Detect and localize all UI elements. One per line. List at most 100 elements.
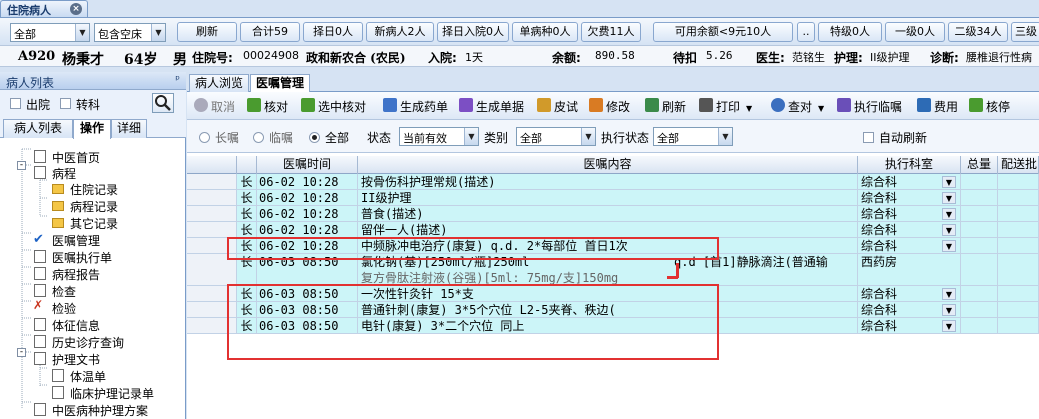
close-icon[interactable]: × bbox=[70, 3, 82, 15]
collapse-icon[interactable]: - bbox=[17, 161, 26, 170]
chevron-down-icon[interactable]: ▼ bbox=[942, 224, 956, 236]
row-dept[interactable]: 综合科 ▼ bbox=[858, 206, 961, 222]
pin-icon[interactable]: ᵖ bbox=[175, 73, 180, 86]
single-disease-button[interactable]: 单病种0人 bbox=[512, 22, 578, 42]
stop-verify-button[interactable]: 核停 bbox=[969, 98, 1010, 115]
print-button[interactable]: 打印 ▼ bbox=[699, 98, 752, 115]
tab-patient-browse[interactable]: 病人浏览 bbox=[189, 74, 249, 92]
chevron-down-icon[interactable]: ▼ bbox=[746, 104, 752, 113]
header-time[interactable]: 医嘱时间 bbox=[257, 156, 358, 174]
total-button[interactable]: 合计59 bbox=[240, 22, 300, 42]
scheduled-button[interactable]: 择日0人 bbox=[303, 22, 363, 42]
header-dept[interactable]: 执行科室 bbox=[858, 156, 961, 174]
edit-button[interactable]: 修改 bbox=[589, 98, 630, 115]
tree-item-other-record[interactable]: 其它记录 bbox=[70, 215, 118, 232]
header-dispatch[interactable]: 配送批 bbox=[998, 156, 1039, 174]
tree-item-history[interactable]: 历史诊疗查询 bbox=[52, 334, 124, 351]
chevron-down-icon[interactable]: ▼ bbox=[464, 128, 478, 145]
more-button[interactable]: .. bbox=[797, 22, 815, 42]
tab-patient-list[interactable]: 病人列表 bbox=[3, 119, 73, 138]
table-row[interactable]: 长 06-02 10:28 II级护理 综合科 ▼ bbox=[187, 190, 1039, 206]
chevron-down-icon[interactable]: ▼ bbox=[942, 304, 956, 316]
tree-item-course[interactable]: 病程 bbox=[52, 165, 76, 182]
row-dept[interactable]: 综合科 ▼ bbox=[858, 222, 961, 238]
tree-item-admission-record[interactable]: 住院记录 bbox=[70, 181, 118, 198]
chevron-down-icon[interactable]: ▼ bbox=[75, 24, 89, 41]
tree-item-tcm-home[interactable]: 中医首页 bbox=[52, 149, 100, 166]
cancel-button[interactable]: 取消 bbox=[194, 98, 235, 115]
row-dept[interactable]: 西药房 bbox=[858, 254, 961, 286]
special-grade-button[interactable]: 特级0人 bbox=[818, 22, 882, 42]
status-select[interactable]: 当前有效 ▼ bbox=[399, 127, 479, 146]
chevron-down-icon[interactable]: ▼ bbox=[151, 24, 165, 41]
refresh-icon bbox=[645, 98, 659, 112]
fee-button[interactable]: 费用 bbox=[917, 98, 958, 115]
tree-item-clinical-nursing[interactable]: 临床护理记录单 bbox=[70, 385, 154, 402]
scheduled-admit-button[interactable]: 择日入院0人 bbox=[437, 22, 509, 42]
chevron-down-icon[interactable]: ▼ bbox=[942, 240, 956, 252]
verify-selected-button[interactable]: 选中核对 bbox=[301, 98, 366, 115]
chevron-down-icon[interactable]: ▼ bbox=[942, 288, 956, 300]
tab-operation[interactable]: 操作 bbox=[73, 119, 111, 139]
header-content[interactable]: 医嘱内容 bbox=[358, 156, 858, 174]
chevron-down-icon[interactable]: ▼ bbox=[942, 176, 956, 188]
window-tab[interactable]: 住院病人 × bbox=[0, 0, 88, 17]
row-dept[interactable]: 综合科 ▼ bbox=[858, 190, 961, 206]
chevron-down-icon[interactable]: ▼ bbox=[942, 320, 956, 332]
chevron-down-icon[interactable]: ▼ bbox=[818, 104, 824, 113]
skin-test-button[interactable]: 皮试 bbox=[537, 98, 578, 115]
grid-icon bbox=[917, 98, 931, 112]
grade1-button[interactable]: 一级0人 bbox=[885, 22, 945, 42]
tree-item-order-management[interactable]: 医嘱管理 bbox=[52, 232, 100, 249]
category-select[interactable]: 全部 ▼ bbox=[516, 127, 596, 146]
scope-combo[interactable]: 全部 ▼ bbox=[10, 23, 90, 42]
check-query-button[interactable]: 查对 ▼ bbox=[771, 98, 824, 115]
row-dept[interactable]: 综合科 ▼ bbox=[858, 286, 961, 302]
row-dept[interactable]: 综合科 ▼ bbox=[858, 174, 961, 190]
transfer-checkbox[interactable] bbox=[60, 98, 71, 109]
tree-item-lab[interactable]: 检验 bbox=[52, 300, 76, 317]
chevron-down-icon[interactable]: ▼ bbox=[942, 192, 956, 204]
search-button[interactable] bbox=[152, 93, 174, 113]
tab-order-management[interactable]: 医嘱管理 bbox=[250, 74, 310, 93]
tree-item-course-report[interactable]: 病程报告 bbox=[52, 266, 100, 283]
tree-item-vitals[interactable]: 体征信息 bbox=[52, 317, 100, 334]
all-orders-radio[interactable] bbox=[309, 132, 320, 143]
exec-status-select[interactable]: 全部 ▼ bbox=[653, 127, 733, 146]
auto-refresh-checkbox[interactable] bbox=[863, 132, 874, 143]
collapse-icon[interactable]: - bbox=[17, 348, 26, 357]
bed-combo[interactable]: 包含空床 ▼ bbox=[94, 23, 166, 42]
chevron-down-icon[interactable]: ▼ bbox=[581, 128, 595, 145]
grade3-button[interactable]: 三级 bbox=[1011, 22, 1039, 42]
verify-button[interactable]: 核对 bbox=[247, 98, 288, 115]
tab-detail[interactable]: 详细 bbox=[111, 119, 147, 138]
refresh-orders-button[interactable]: 刷新 bbox=[645, 98, 686, 115]
tree-item-order-exec[interactable]: 医嘱执行单 bbox=[52, 249, 112, 266]
table-row[interactable]: 长 06-02 10:28 按骨伤科护理常规(描述) 综合科 ▼ bbox=[187, 174, 1039, 190]
undo-icon bbox=[194, 98, 208, 112]
low-balance-button[interactable]: 可用余额<9元10人 bbox=[653, 22, 793, 42]
table-row[interactable]: 长 06-02 10:28 留伴一人(描述) 综合科 ▼ bbox=[187, 222, 1039, 238]
row-dept[interactable]: 综合科 ▼ bbox=[858, 318, 961, 334]
new-patient-button[interactable]: 新病人2人 bbox=[366, 22, 434, 42]
gen-drug-button[interactable]: 生成药单 bbox=[383, 98, 448, 115]
chevron-down-icon[interactable]: ▼ bbox=[718, 128, 732, 145]
arrears-button[interactable]: 欠费11人 bbox=[581, 22, 641, 42]
tree-item-nursing-docs[interactable]: 护理文书 bbox=[52, 351, 100, 368]
header-total[interactable]: 总量 bbox=[961, 156, 998, 174]
temp-order-radio[interactable] bbox=[253, 132, 264, 143]
tree-item-course-record[interactable]: 病程记录 bbox=[70, 198, 118, 215]
chevron-down-icon[interactable]: ▼ bbox=[942, 208, 956, 220]
tree-item-tcm-nursing[interactable]: 中医病种护理方案 bbox=[52, 402, 148, 419]
row-dept[interactable]: 综合科 ▼ bbox=[858, 238, 961, 254]
exec-temp-button[interactable]: 执行临嘱 bbox=[837, 98, 902, 115]
tree-item-temperature[interactable]: 体温单 bbox=[70, 368, 106, 385]
refresh-button[interactable]: 刷新 bbox=[177, 22, 237, 42]
tree-item-exam[interactable]: 检查 bbox=[52, 283, 76, 300]
discharged-checkbox[interactable] bbox=[10, 98, 21, 109]
table-row[interactable]: 长 06-02 10:28 普食(描述) 综合科 ▼ bbox=[187, 206, 1039, 222]
grade2-button[interactable]: 二级34人 bbox=[948, 22, 1008, 42]
long-order-radio[interactable] bbox=[199, 132, 210, 143]
row-dept[interactable]: 综合科 ▼ bbox=[858, 302, 961, 318]
gen-form-button[interactable]: 生成单据 bbox=[459, 98, 524, 115]
